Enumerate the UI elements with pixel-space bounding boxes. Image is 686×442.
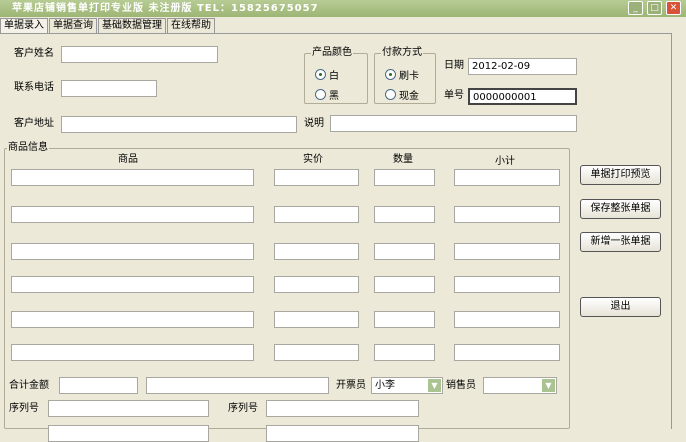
pay-cash-radio[interactable]: 现金	[385, 87, 419, 102]
exit-button[interactable]: 退出	[580, 297, 661, 317]
pay-card-radio[interactable]: 刷卡	[385, 67, 419, 82]
date-label: 日期	[444, 60, 464, 71]
color-group-label: 产品颜色	[311, 47, 353, 59]
address-input[interactable]	[61, 116, 297, 133]
goods-qty-input[interactable]	[374, 276, 435, 293]
payment-group: 付款方式 刷卡 现金	[374, 47, 436, 104]
minimize-button[interactable]: _	[628, 1, 643, 15]
title-bar: 苹果店铺销售单打印专业版 未注册版 TEL：15825675057	[0, 0, 686, 17]
note-input[interactable]	[330, 115, 577, 132]
new-button[interactable]: 新增一张单据	[580, 232, 661, 252]
goods-price-input[interactable]	[274, 344, 359, 361]
goods-qty-input[interactable]	[374, 311, 435, 328]
issuer-select[interactable]: 小李 ▼	[371, 377, 443, 394]
goods-qty-input[interactable]	[374, 206, 435, 223]
payment-group-label: 付款方式	[381, 47, 423, 59]
goods-subtotal-input[interactable]	[454, 206, 560, 223]
color-white-radio[interactable]: 白	[315, 67, 339, 82]
serial-label-1: 序列号	[9, 403, 39, 414]
total-words-input[interactable]	[146, 377, 329, 394]
seller-select[interactable]: ▼	[483, 377, 557, 394]
print-preview-button[interactable]: 单据打印预览	[580, 165, 661, 185]
maximize-button[interactable]: □	[647, 1, 662, 15]
tab-help[interactable]: 在线帮助	[167, 18, 215, 33]
tab-entry[interactable]: 单据录入	[0, 18, 48, 33]
col-price-header: 实价	[303, 154, 323, 165]
pay-cash-label: 现金	[399, 91, 419, 102]
number-input[interactable]: 0000000001	[468, 88, 577, 105]
goods-price-input[interactable]	[274, 311, 359, 328]
radio-unchecked-icon	[385, 89, 396, 100]
color-group: 产品颜色 白 黑	[304, 47, 368, 104]
total-label: 合计金额	[9, 380, 49, 391]
address-label: 客户地址	[14, 118, 54, 129]
color-white-label: 白	[329, 71, 339, 82]
goods-item-input[interactable]	[11, 276, 254, 293]
window-title: 苹果店铺销售单打印专业版 未注册版 TEL：15825675057	[12, 3, 319, 14]
color-black-radio[interactable]: 黑	[315, 87, 339, 102]
note-label: 说明	[304, 118, 324, 129]
goods-price-input[interactable]	[274, 243, 359, 260]
total-input[interactable]	[59, 377, 138, 394]
goods-subtotal-input[interactable]	[454, 243, 560, 260]
tab-basic-data[interactable]: 基础数据管理	[98, 18, 166, 33]
goods-group-label: 商品信息	[7, 142, 49, 154]
col-subtotal-header: 小计	[495, 156, 515, 167]
tab-bar: 单据录入 单据查询 基础数据管理 在线帮助	[0, 18, 216, 33]
goods-item-input[interactable]	[11, 344, 254, 361]
goods-qty-input[interactable]	[374, 169, 435, 186]
color-black-label: 黑	[329, 91, 339, 102]
issuer-value: 小李	[375, 380, 395, 391]
radio-checked-icon	[315, 69, 326, 80]
chevron-down-icon[interactable]: ▼	[428, 379, 441, 392]
issuer-label: 开票员	[336, 380, 366, 391]
close-button[interactable]: ✕	[666, 1, 681, 15]
chevron-down-icon[interactable]: ▼	[542, 379, 555, 392]
col-qty-header: 数量	[393, 154, 413, 165]
serial-input-1[interactable]	[48, 400, 209, 417]
phone-input[interactable]	[61, 80, 157, 97]
goods-price-input[interactable]	[274, 169, 359, 186]
pay-card-label: 刷卡	[399, 71, 419, 82]
goods-subtotal-input[interactable]	[454, 169, 560, 186]
radio-checked-icon	[385, 69, 396, 80]
goods-price-input[interactable]	[274, 206, 359, 223]
goods-subtotal-input[interactable]	[454, 344, 560, 361]
save-button[interactable]: 保存整张单据	[580, 199, 661, 219]
extra-input-1[interactable]	[48, 425, 209, 442]
goods-price-input[interactable]	[274, 276, 359, 293]
goods-qty-input[interactable]	[374, 243, 435, 260]
goods-subtotal-input[interactable]	[454, 276, 560, 293]
seller-label: 销售员	[446, 380, 476, 391]
extra-input-2[interactable]	[266, 425, 419, 442]
serial-label-2: 序列号	[228, 403, 258, 414]
goods-item-input[interactable]	[11, 206, 254, 223]
goods-qty-input[interactable]	[374, 344, 435, 361]
col-item-header: 商品	[118, 154, 138, 165]
goods-item-input[interactable]	[11, 243, 254, 260]
radio-unchecked-icon	[315, 89, 326, 100]
number-label: 单号	[444, 90, 464, 101]
customer-name-label: 客户姓名	[14, 48, 54, 59]
goods-subtotal-input[interactable]	[454, 311, 560, 328]
goods-item-input[interactable]	[11, 311, 254, 328]
goods-item-input[interactable]	[11, 169, 254, 186]
serial-input-2[interactable]	[266, 400, 419, 417]
phone-label: 联系电话	[14, 82, 54, 93]
customer-name-input[interactable]	[61, 46, 218, 63]
tab-query[interactable]: 单据查询	[49, 18, 97, 33]
date-input[interactable]: 2012-02-09	[468, 58, 577, 75]
